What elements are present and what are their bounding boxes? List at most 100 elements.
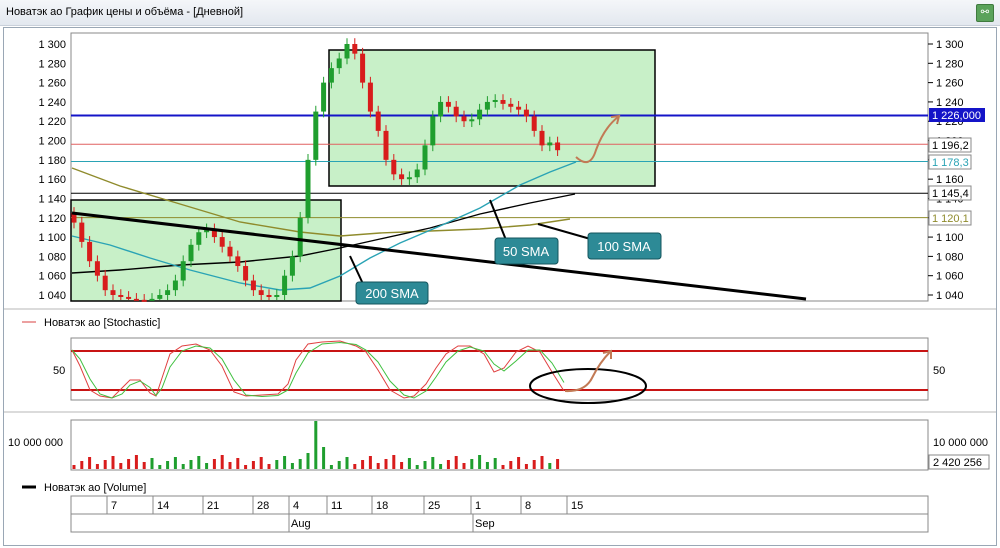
- volume-bar: [88, 457, 92, 469]
- volume-bar: [384, 459, 388, 469]
- price-tick-right: 1 080: [936, 251, 964, 263]
- candle-body: [555, 142, 561, 151]
- volume-bar: [400, 462, 404, 469]
- candle-body: [360, 53, 366, 83]
- volume-bar: [306, 453, 310, 469]
- candle-body: [149, 298, 155, 301]
- volume-bar: [392, 455, 396, 469]
- candle-body: [289, 256, 295, 276]
- candle-body: [297, 217, 303, 257]
- volume-last-value: 2 420 256: [933, 457, 982, 469]
- volume-bar: [407, 458, 411, 469]
- volume-bar: [353, 464, 357, 469]
- volume-bar: [548, 463, 552, 469]
- volume-bar: [540, 456, 544, 469]
- candle-body: [352, 44, 358, 54]
- volume-legend: Новатэк ао [Volume]: [44, 482, 146, 494]
- volume-bar: [228, 462, 232, 469]
- candle-body: [453, 106, 459, 117]
- volume-bar: [127, 459, 131, 469]
- date-label: 1: [475, 500, 481, 512]
- date-label: 14: [157, 500, 169, 512]
- candle-body: [344, 44, 350, 59]
- candle-body: [258, 290, 264, 295]
- candle-body: [227, 246, 233, 257]
- candle-body: [383, 130, 389, 160]
- volume-tick-left: 10 000 000: [8, 437, 63, 449]
- candle-body: [250, 280, 256, 291]
- volume-bar: [158, 465, 162, 469]
- candle-body: [539, 130, 545, 146]
- price-tick-right: 1 060: [936, 271, 964, 283]
- chart-svg[interactable]: 50 SMA 100 SMA 200 SMA 1 3001 2801 2601 …: [0, 0, 1000, 548]
- price-axis-right: 1 3001 2801 2601 2401 2201 2001 1801 160…: [928, 39, 964, 302]
- volume-bar: [329, 465, 333, 469]
- candle-body: [313, 111, 319, 160]
- candle-body: [477, 109, 483, 120]
- candle-body: [282, 275, 288, 295]
- volume-bar: [524, 464, 528, 469]
- volume-bar: [134, 455, 138, 469]
- price-tick-right: 1 160: [936, 174, 964, 186]
- candle-body: [79, 222, 85, 242]
- candle-body: [547, 142, 553, 146]
- label-blue: 1 226,000: [932, 110, 981, 122]
- volume-bar: [275, 460, 279, 469]
- volume-bar: [485, 462, 489, 469]
- volume-bar: [493, 458, 497, 469]
- label-olive: 1 120,1: [932, 213, 969, 225]
- volume-bar: [80, 461, 84, 469]
- price-tick-left: 1 280: [38, 58, 66, 70]
- volume-bar: [212, 459, 216, 469]
- volume-bar: [150, 458, 154, 469]
- price-tick-left: 1 140: [38, 193, 66, 205]
- volume-bar: [290, 463, 294, 469]
- price-tick-right: 1 300: [936, 39, 964, 51]
- candle-body: [445, 101, 451, 107]
- price-tick-left: 1 180: [38, 155, 66, 167]
- volume-bar: [259, 457, 263, 469]
- volume-bar: [205, 463, 209, 469]
- volume-bar: [267, 464, 271, 469]
- volume-bar: [368, 456, 372, 469]
- candle-body: [133, 298, 139, 301]
- price-tick-left: 1 060: [38, 271, 66, 283]
- candle-body: [126, 296, 132, 299]
- label-red: 1 196,2: [932, 140, 969, 152]
- price-tick-left: 1 040: [38, 290, 66, 302]
- candle-body: [321, 82, 327, 112]
- price-axis-left: 1 300 1 280 1 260 1 240 1 220 1 200 1 180 1 160…: [38, 39, 66, 302]
- volume-bar: [462, 463, 466, 469]
- volume-bar: [478, 455, 482, 469]
- volume-bar: [423, 461, 427, 469]
- volume-bar: [244, 465, 248, 469]
- candle-body: [508, 103, 514, 107]
- candle-body: [516, 106, 522, 110]
- candle-body: [118, 295, 124, 297]
- candle-body: [523, 109, 529, 117]
- date-label: 28: [257, 500, 269, 512]
- volume-bar: [454, 456, 458, 469]
- candle-body: [328, 68, 334, 83]
- sma200-label: 200 SMA: [365, 286, 419, 301]
- price-tick-right: 1 100: [936, 232, 964, 244]
- candle-body: [399, 174, 405, 180]
- volume-bar: [556, 459, 560, 469]
- candle-body: [406, 177, 412, 180]
- candle-body: [461, 116, 467, 122]
- volume-bar: [72, 465, 76, 469]
- candle-body: [157, 295, 163, 299]
- volume-bar: [173, 457, 177, 469]
- candle-body: [469, 119, 475, 122]
- price-tick-right: 1 040: [936, 290, 964, 302]
- volume-bar: [446, 460, 450, 469]
- candle-body: [180, 261, 186, 281]
- candle-body: [274, 295, 280, 297]
- candle-body: [196, 232, 202, 245]
- candle-body: [235, 256, 241, 267]
- volume-bar: [376, 463, 380, 469]
- candle-body: [87, 241, 93, 262]
- month-sep: Sep: [475, 518, 495, 530]
- candle-body: [243, 266, 249, 281]
- volume-bar: [517, 457, 521, 469]
